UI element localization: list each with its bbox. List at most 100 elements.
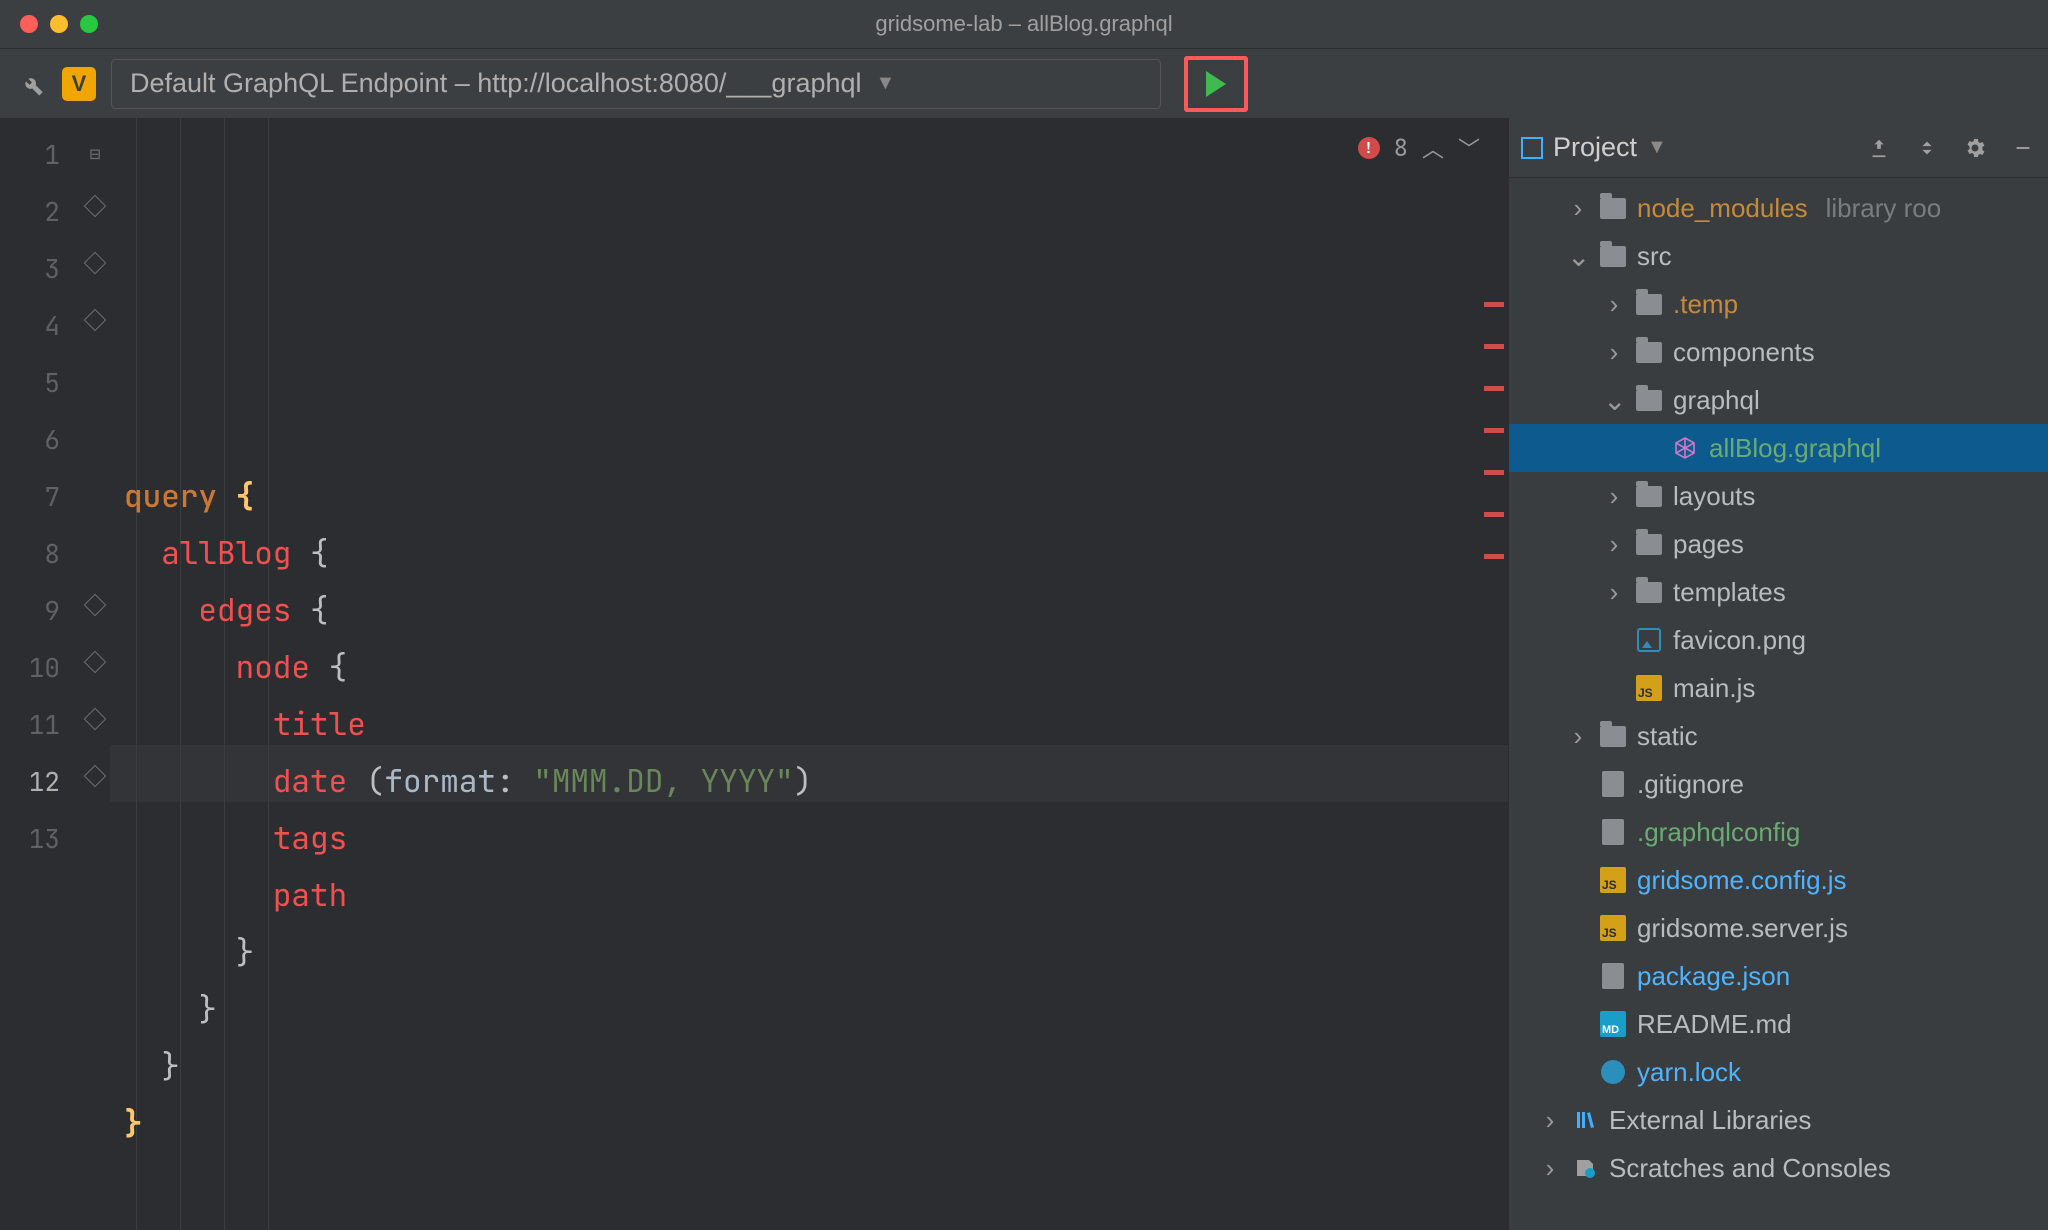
tree-node[interactable]: › External Libraries <box>1509 1096 2048 1144</box>
error-stripe-mark[interactable] <box>1484 428 1504 433</box>
chevron-right-icon[interactable]: › <box>1603 289 1625 320</box>
error-stripe-mark[interactable] <box>1484 386 1504 391</box>
tree-node[interactable]: ·favicon.png <box>1509 616 2048 664</box>
chevron-down-icon[interactable]: ﹀ <box>1458 132 1480 164</box>
markdown-file-icon: MD <box>1599 1010 1627 1038</box>
chevron-right-icon[interactable]: › <box>1603 337 1625 368</box>
tree-node[interactable]: ›Scratches and Consoles <box>1509 1144 2048 1192</box>
chevron-right-icon[interactable]: › <box>1603 529 1625 560</box>
tree-node[interactable]: ·package.json <box>1509 952 2048 1000</box>
minimize-window-button[interactable] <box>50 15 68 33</box>
variables-badge[interactable]: V <box>62 67 96 101</box>
error-stripe-mark[interactable] <box>1484 344 1504 349</box>
code-line[interactable]: } <box>120 924 1508 981</box>
tree-node[interactable]: ·allBlog.graphql <box>1509 424 2048 472</box>
tree-node[interactable]: ⌄ src <box>1509 232 2048 280</box>
tree-label: src <box>1637 241 1672 272</box>
error-stripe-mark[interactable] <box>1484 554 1504 559</box>
tree-node[interactable]: ›static <box>1509 712 2048 760</box>
error-count: 8 <box>1394 133 1408 164</box>
error-stripe[interactable] <box>1484 118 1504 1230</box>
project-tool-window: Project ▼ ›node_moduleslibrary roo⌄src›.… <box>1508 118 2048 1230</box>
close-window-button[interactable] <box>20 15 38 33</box>
inspection-widget[interactable]: ! 8 ︿ ﹀ <box>1358 132 1480 164</box>
select-opened-file-icon[interactable] <box>1866 135 1892 161</box>
tree-node[interactable]: ⌄graphql <box>1509 376 2048 424</box>
folder-icon <box>1635 290 1663 318</box>
tree-label: README.md <box>1637 1009 1792 1040</box>
code-area[interactable]: query { allBlog { edges { node { title d… <box>110 118 1508 1230</box>
fold-indicator[interactable] <box>80 240 110 297</box>
tree-label: gridsome.config.js <box>1637 865 1847 896</box>
code-line[interactable]: query { <box>120 468 1508 525</box>
js-file-icon: JS <box>1599 914 1627 942</box>
chevron-right-icon[interactable]: › <box>1603 577 1625 608</box>
tree-node[interactable]: ›components <box>1509 328 2048 376</box>
chevron-down-icon[interactable]: ⌄ <box>1603 384 1625 417</box>
tree-node[interactable]: ›pages <box>1509 520 2048 568</box>
titlebar: gridsome-lab – allBlog.graphql <box>0 0 2048 48</box>
code-line[interactable]: node { <box>120 639 1508 696</box>
fold-indicator[interactable]: ⊟ <box>80 126 110 183</box>
chevron-right-icon[interactable]: › <box>1567 193 1589 224</box>
fold-indicator[interactable] <box>80 183 110 240</box>
tree-node[interactable]: ›node_moduleslibrary roo <box>1509 184 2048 232</box>
chevron-right-icon[interactable]: › <box>1539 1105 1561 1136</box>
error-stripe-mark[interactable] <box>1484 302 1504 307</box>
line-number: 7 <box>0 468 60 525</box>
main-area: 12345678910111213 ⊟ query { allBlog { ed… <box>0 118 2048 1230</box>
error-stripe-mark[interactable] <box>1484 512 1504 517</box>
run-query-button[interactable] <box>1184 56 1248 112</box>
hide-icon[interactable] <box>2010 135 2036 161</box>
library-icon <box>1571 1106 1599 1134</box>
chevron-right-icon[interactable]: › <box>1567 721 1589 752</box>
file-icon <box>1599 818 1627 846</box>
yarn-lock-icon <box>1599 1058 1627 1086</box>
tree-node[interactable]: ›layouts <box>1509 472 2048 520</box>
tree-node[interactable]: ·.graphqlconfig <box>1509 808 2048 856</box>
chevron-right-icon[interactable]: › <box>1539 1153 1561 1184</box>
code-line[interactable]: path <box>120 867 1508 924</box>
tree-node[interactable]: ·.gitignore <box>1509 760 2048 808</box>
tree-label: .temp <box>1673 289 1738 320</box>
tree-node[interactable]: ›templates <box>1509 568 2048 616</box>
project-title: Project <box>1553 132 1637 163</box>
tree-node[interactable]: ·JSmain.js <box>1509 664 2048 712</box>
chevron-down-icon[interactable]: ⌄ <box>1567 240 1589 273</box>
expand-all-icon[interactable] <box>1914 135 1940 161</box>
gear-icon[interactable] <box>1962 135 1988 161</box>
chevron-up-icon[interactable]: ︿ <box>1422 132 1444 164</box>
code-line[interactable]: date (format: "MMM.DD, YYYY") <box>120 753 1508 810</box>
project-view-selector[interactable]: Project ▼ <box>1521 132 1850 163</box>
project-tree[interactable]: ›node_moduleslibrary roo⌄src›.temp›compo… <box>1509 178 2048 1230</box>
tree-node[interactable]: › .temp <box>1509 280 2048 328</box>
wrench-icon[interactable] <box>15 68 47 100</box>
fold-indicator[interactable] <box>80 753 110 810</box>
line-number: 1 <box>0 126 60 183</box>
tree-node[interactable]: ·MDREADME.md <box>1509 1000 2048 1048</box>
endpoint-dropdown[interactable]: Default GraphQL Endpoint – http://localh… <box>111 59 1161 109</box>
tree-node[interactable]: ·yarn.lock <box>1509 1048 2048 1096</box>
tree-label: package.json <box>1637 961 1790 992</box>
code-line[interactable]: } <box>120 1095 1508 1152</box>
fold-indicator[interactable] <box>80 582 110 639</box>
graphql-toolbar: V Default GraphQL Endpoint – http://loca… <box>0 48 2048 118</box>
code-line[interactable]: tags <box>120 810 1508 867</box>
code-line[interactable]: } <box>120 981 1508 1038</box>
chevron-right-icon[interactable]: › <box>1603 481 1625 512</box>
code-line[interactable]: } <box>120 1038 1508 1095</box>
code-line[interactable]: edges { <box>120 582 1508 639</box>
code-editor[interactable]: 12345678910111213 ⊟ query { allBlog { ed… <box>0 118 1508 1230</box>
tree-label: node_modules <box>1637 193 1808 224</box>
tree-label: External Libraries <box>1609 1105 1811 1136</box>
tree-node[interactable]: ·JSgridsome.server.js <box>1509 904 2048 952</box>
fold-indicator[interactable] <box>80 297 110 354</box>
maximize-window-button[interactable] <box>80 15 98 33</box>
fold-indicator[interactable] <box>80 696 110 753</box>
code-line[interactable] <box>120 1152 1508 1209</box>
fold-indicator[interactable] <box>80 639 110 696</box>
error-stripe-mark[interactable] <box>1484 470 1504 475</box>
code-line[interactable]: allBlog { <box>120 525 1508 582</box>
tree-node[interactable]: ·JSgridsome.config.js <box>1509 856 2048 904</box>
code-line[interactable]: title <box>120 696 1508 753</box>
